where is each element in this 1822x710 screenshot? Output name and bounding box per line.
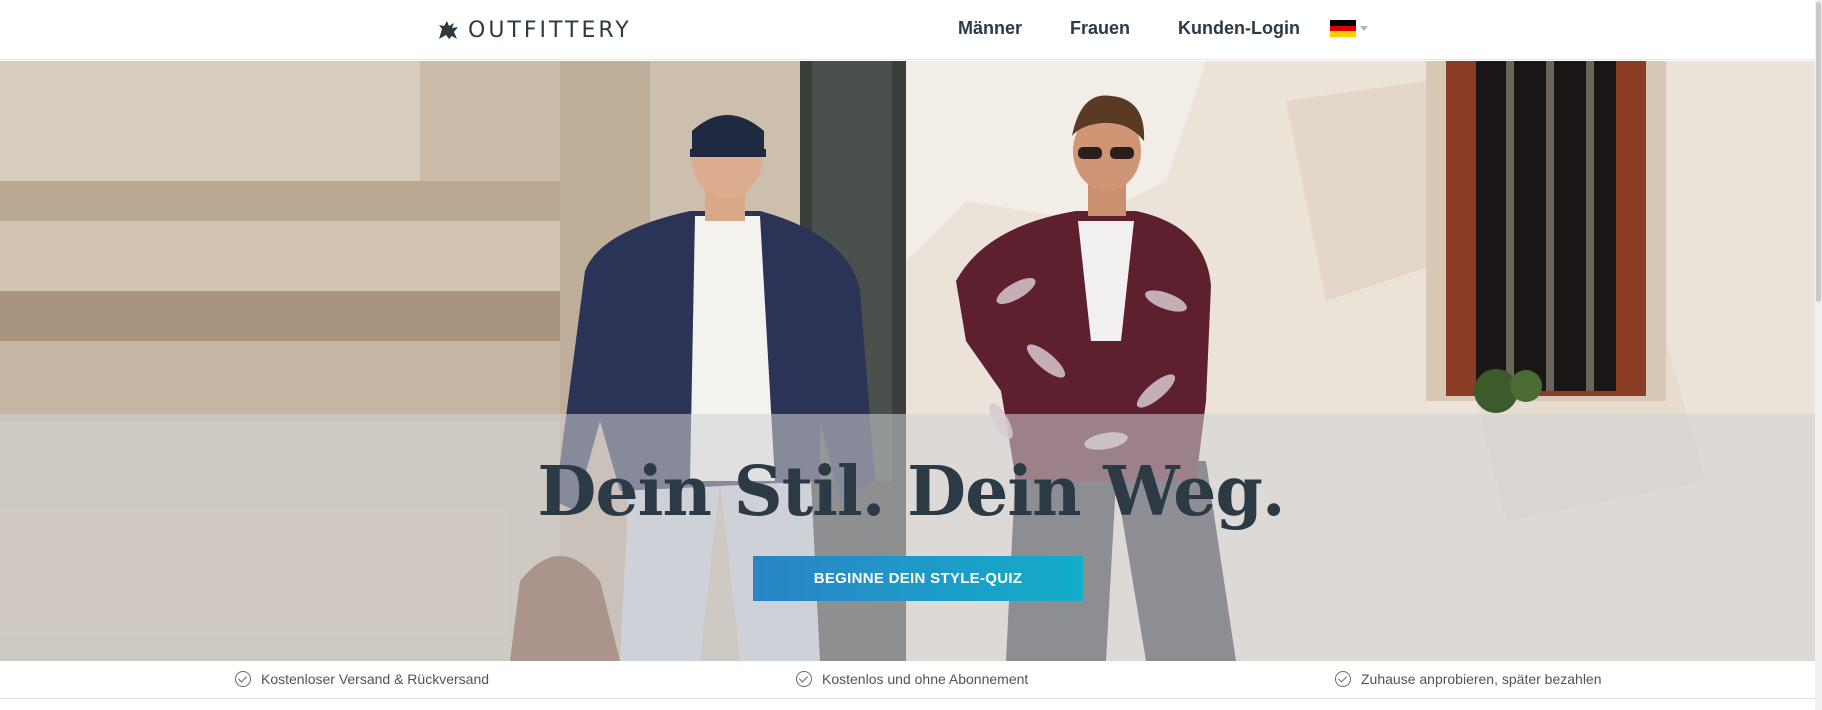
- nav-link-maenner[interactable]: Männer: [958, 18, 1022, 39]
- germany-flag-icon: [1330, 20, 1356, 38]
- brand-name: OUTFITTERY: [468, 17, 632, 43]
- usp-bar: Kostenloser Versand & Rückversand Kosten…: [0, 661, 1815, 699]
- nav-link-frauen[interactable]: Frauen: [1070, 18, 1130, 39]
- check-circle-icon: [1335, 671, 1351, 687]
- griffin-logo-icon: [439, 21, 458, 39]
- check-circle-icon: [796, 671, 812, 687]
- style-quiz-button[interactable]: BEGINNE DEIN STYLE-QUIZ: [753, 556, 1083, 601]
- usp-label: Kostenlos und ohne Abonnement: [822, 671, 1029, 687]
- main-nav: Männer Frauen Kunden-Login: [958, 18, 1348, 39]
- site-header: OUTFITTERY Männer Frauen Kunden-Login: [0, 0, 1822, 60]
- hero-headline: Dein Stil. Dein Weg.: [537, 452, 1285, 532]
- chevron-down-icon: [1360, 26, 1368, 31]
- usp-item: Kostenloser Versand & Rückversand: [235, 671, 489, 687]
- usp-item: Zuhause anprobieren, später bezahlen: [1335, 671, 1602, 687]
- usp-label: Kostenloser Versand & Rückversand: [261, 671, 490, 687]
- usp-item: Kostenlos und ohne Abonnement: [796, 671, 1028, 687]
- nav-link-kunden-login[interactable]: Kunden-Login: [1178, 18, 1300, 39]
- language-selector[interactable]: [1330, 20, 1368, 38]
- scrollbar-thumb[interactable]: [1816, 2, 1821, 302]
- brand-logo[interactable]: OUTFITTERY: [436, 16, 632, 44]
- check-circle-icon: [235, 671, 251, 687]
- usp-label: Zuhause anprobieren, später bezahlen: [1361, 671, 1602, 687]
- page-scrollbar[interactable]: [1815, 0, 1822, 710]
